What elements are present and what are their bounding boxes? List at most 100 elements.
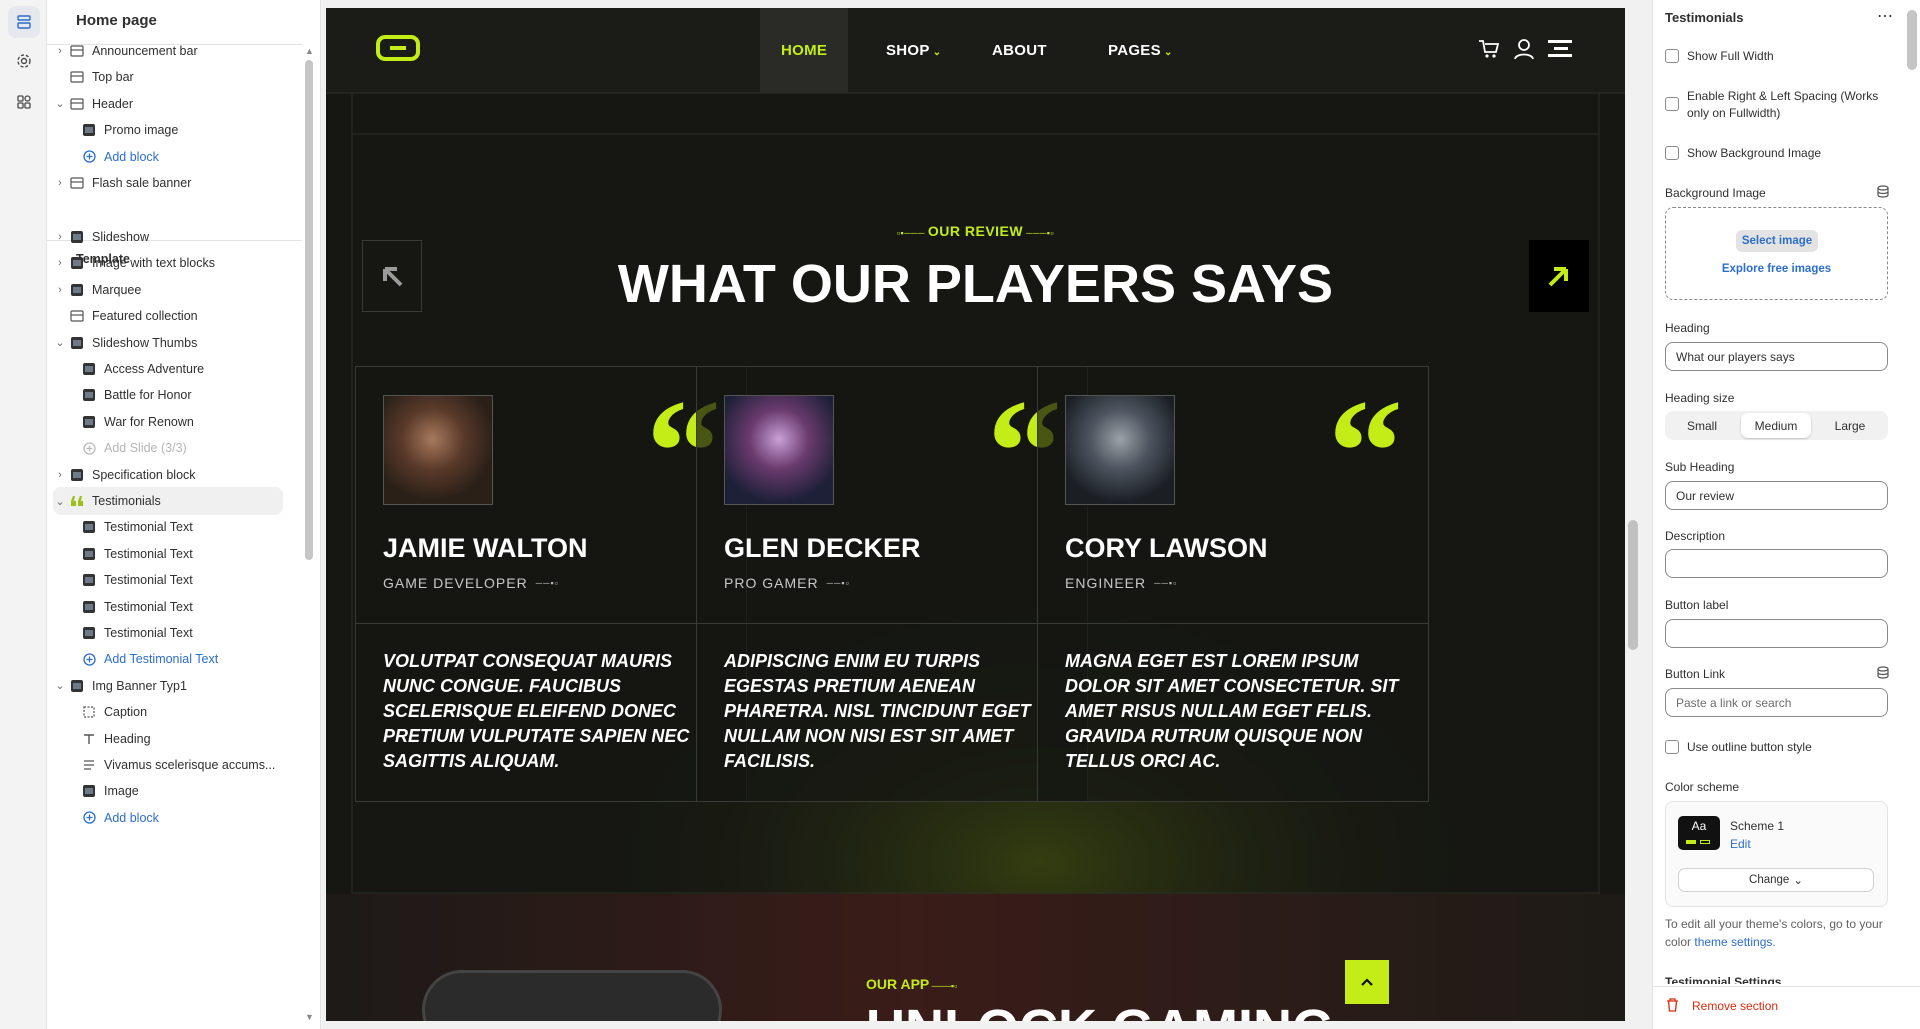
scroll-up-icon[interactable]: ▲	[305, 46, 314, 56]
sidebar-block-item[interactable]: Heading	[53, 725, 283, 753]
subheading-input[interactable]: Our review	[1665, 481, 1888, 510]
sidebar-block-item[interactable]: War for Renown	[53, 408, 283, 436]
divider	[1653, 986, 1920, 987]
sidebar-block-item[interactable]: Image	[53, 777, 283, 805]
nav-pages[interactable]: PAGES ⌄	[1108, 42, 1173, 59]
sidebar-item-label: Featured collection	[92, 309, 198, 324]
store-logo[interactable]	[376, 34, 422, 69]
sidebar-block-item[interactable]: Testimonial Text	[53, 566, 283, 594]
chevron-right-icon[interactable]: ›	[54, 284, 66, 296]
prev-arrow-button[interactable]	[362, 240, 422, 312]
spacing-checkbox[interactable]	[1665, 97, 1679, 111]
sidebar-block-item[interactable]: Testimonial Text	[53, 540, 283, 568]
explore-images-link[interactable]: Explore free images	[1665, 263, 1888, 275]
size-medium-option[interactable]: Medium	[1741, 413, 1811, 438]
decor-line-icon: ──▪▫	[535, 578, 559, 588]
button-label-input[interactable]	[1665, 619, 1888, 648]
settings-panel: Testimonials ⋯ Show Full Width Enable Ri…	[1652, 0, 1920, 1029]
size-large-option[interactable]: Large	[1815, 413, 1885, 438]
add-item-button[interactable]: Add block	[53, 143, 283, 171]
panel-scrollbar[interactable]	[1907, 10, 1917, 70]
sidebar-section-item[interactable]: ⌄ Header	[53, 90, 283, 118]
sidebar-block-item[interactable]: Testimonial Text	[53, 619, 283, 647]
nav-home[interactable]: HOME	[781, 42, 827, 59]
more-options-icon[interactable]: ⋯	[1877, 6, 1894, 26]
sidebar-section-item[interactable]: › Slideshow	[53, 223, 283, 251]
sidebar-block-item[interactable]: Vivamus scelerisque accums...	[53, 751, 283, 779]
menu-icon[interactable]	[1548, 38, 1572, 65]
arrow-up-right-icon	[1548, 267, 1568, 287]
scheme-change-button[interactable]: Change ⌄	[1678, 868, 1874, 892]
size-small-option[interactable]: Small	[1667, 413, 1737, 438]
nav-shop[interactable]: SHOP ⌄	[886, 42, 941, 59]
app-subheading-text: OUR APP	[866, 976, 930, 992]
block-thumbnail-icon	[82, 362, 96, 376]
scroll-down-icon[interactable]: ▼	[305, 1012, 314, 1022]
sidebar-item-label: Promo image	[104, 123, 179, 138]
sidebar-section-item[interactable]: Featured collection	[53, 302, 283, 330]
chevron-right-icon[interactable]: ›	[54, 231, 66, 243]
nav-pages-label: PAGES	[1108, 42, 1161, 59]
apps-icon[interactable]	[8, 86, 40, 118]
chevron-right-icon[interactable]: ›	[54, 45, 66, 57]
testimonial-name: GLEN DECKER	[724, 533, 921, 563]
nav-about[interactable]: ABOUT	[992, 42, 1047, 59]
sidebar-block-item[interactable]: Testimonial Text	[53, 593, 283, 621]
chevron-right-icon[interactable]: ›	[54, 177, 66, 189]
sidebar-section-item[interactable]: › Flash sale banner	[53, 169, 283, 197]
description-input[interactable]	[1665, 549, 1888, 578]
sidebar-section-item[interactable]: Top bar	[53, 63, 283, 91]
account-icon[interactable]	[1514, 38, 1534, 65]
sidebar-block-item[interactable]: Promo image	[53, 116, 283, 144]
show-background-checkbox[interactable]	[1665, 146, 1679, 160]
button-link-input[interactable]: Paste a link or search	[1665, 688, 1888, 717]
next-arrow-button[interactable]	[1529, 240, 1589, 312]
outline-button-checkbox[interactable]	[1665, 740, 1679, 754]
cart-icon[interactable]	[1478, 38, 1500, 65]
panel-title: Testimonials	[1665, 10, 1744, 25]
trash-icon	[1666, 998, 1679, 1017]
sidebar-block-item[interactable]: Caption	[53, 698, 283, 726]
back-to-top-button[interactable]	[1345, 960, 1389, 1004]
testimonial-role: ENGINEER ──▪▫	[1065, 575, 1177, 591]
sidebar-section-item[interactable]: ⌄ Img Banner Typ1	[53, 672, 283, 700]
settings-gear-icon[interactable]	[8, 45, 40, 77]
app-subheading: OUR APP ───▪▫	[866, 976, 957, 992]
sidebar-section-item[interactable]: › Marquee	[53, 276, 283, 304]
sidebar-block-item[interactable]: Access Adventure	[53, 355, 283, 383]
app-rail	[0, 0, 47, 1029]
scheme-edit-link[interactable]: Edit	[1730, 837, 1751, 851]
testimonial-avatar	[383, 395, 493, 505]
sidebar-item-label: Testimonials	[92, 494, 161, 508]
add-item-button[interactable]: Add Testimonial Text	[53, 645, 283, 673]
sidebar-block-item[interactable]: Battle for Honor	[53, 381, 283, 409]
preview-scrollbar[interactable]	[1628, 520, 1638, 650]
quote-icon	[70, 494, 84, 508]
remove-section-button[interactable]: Remove section	[1692, 999, 1778, 1013]
image-dropzone[interactable]	[1665, 207, 1888, 300]
sidebar-section-item[interactable]: ⌄ Slideshow Thumbs	[53, 329, 283, 357]
chevron-right-icon[interactable]: ›	[54, 469, 66, 481]
sidebar-section-item[interactable]: › Image with text blocks	[53, 249, 283, 277]
chevron-down-icon: ⌄	[1793, 875, 1803, 887]
caption-icon	[82, 705, 96, 719]
show-full-width-checkbox[interactable]	[1665, 49, 1679, 63]
chevron-down-icon[interactable]: ⌄	[54, 679, 66, 692]
sidebar-block-item[interactable]: Testimonial Text	[53, 513, 283, 541]
chevron-down-icon[interactable]: ⌄	[54, 336, 66, 349]
swatch-accent	[1686, 840, 1696, 844]
sidebar-section-item[interactable]: › Specification block	[53, 461, 283, 489]
sidebar-section-item[interactable]: ⌄ Testimonials	[53, 487, 283, 515]
sidebar-section-item[interactable]: › Announcement bar	[53, 37, 283, 65]
sections-icon[interactable]	[8, 6, 40, 38]
chevron-down-icon[interactable]: ⌄	[54, 97, 66, 110]
chevron-down-icon[interactable]: ⌄	[54, 495, 66, 508]
add-item-button[interactable]: Add block	[53, 804, 283, 832]
heading-input[interactable]: What our players says	[1665, 342, 1888, 371]
sidebar-scrollbar[interactable]	[305, 60, 313, 560]
select-image-button[interactable]: Select image	[1736, 230, 1818, 252]
chevron-down-icon: ⌄	[929, 47, 942, 58]
theme-settings-link[interactable]: theme settings.	[1694, 935, 1775, 949]
chevron-right-icon[interactable]: ›	[54, 257, 66, 269]
section-layout-icon	[70, 309, 84, 323]
